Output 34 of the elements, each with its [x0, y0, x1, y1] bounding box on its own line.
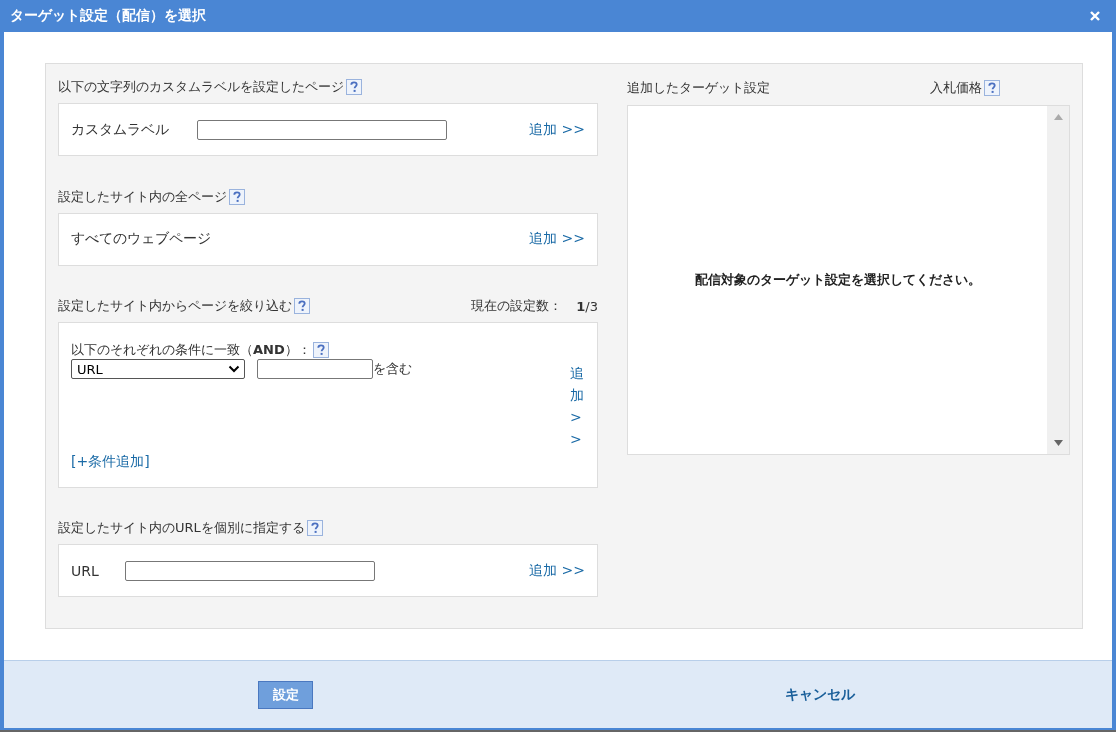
section-heading: 追加したターゲット設定	[627, 79, 770, 97]
section-heading: 設定したサイト内の全ページ	[58, 187, 227, 206]
section-heading: 設定したサイト内のURLを個別に指定する	[58, 518, 305, 537]
condition-title: 以下のそれぞれの条件に一致（AND）：	[71, 341, 311, 360]
close-icon[interactable]	[1090, 11, 1100, 21]
empty-message: 配信対象のターゲット設定を選択してください。	[694, 271, 981, 289]
help-icon[interactable]	[312, 342, 329, 359]
help-icon[interactable]	[306, 519, 323, 536]
add-condition-link[interactable]: [+条件追加]	[71, 453, 150, 472]
help-icon[interactable]	[346, 79, 362, 96]
scroll-down-icon[interactable]	[1053, 440, 1063, 446]
text-field[interactable]	[257, 359, 373, 380]
section-heading: 設定したサイト内からページを絞り込む	[58, 297, 292, 316]
dialog-title: ターゲット設定（配信）を選択	[10, 7, 206, 25]
help-icon[interactable]	[984, 80, 1000, 96]
contains-label: を含む	[373, 360, 412, 379]
cancel-link[interactable]: キャンセル	[785, 685, 855, 704]
count-label: 現在の設定数：	[471, 297, 563, 316]
add-link[interactable]: 追加 >>	[529, 121, 585, 139]
add-link[interactable]: 追加 >>	[529, 230, 585, 249]
option-label: すべてのウェブページ	[71, 230, 212, 249]
help-icon[interactable]	[229, 188, 245, 205]
section-heading: 以下の文字列のカスタムラベルを設定したページ	[58, 78, 344, 97]
text-field[interactable]	[125, 560, 375, 581]
add-link[interactable]: 追加 >>	[570, 362, 585, 451]
field-label: カスタムラベル	[71, 121, 170, 139]
field-label: URL	[71, 562, 100, 579]
help-icon[interactable]	[294, 298, 310, 315]
column-heading: 入札価格	[930, 79, 982, 97]
chevron-down-icon	[228, 365, 240, 374]
add-link[interactable]: 追加 >>	[529, 561, 585, 580]
text-field[interactable]	[197, 120, 447, 140]
count-value: 1/3	[576, 298, 598, 314]
url-dropdown[interactable]: URL	[71, 359, 245, 380]
